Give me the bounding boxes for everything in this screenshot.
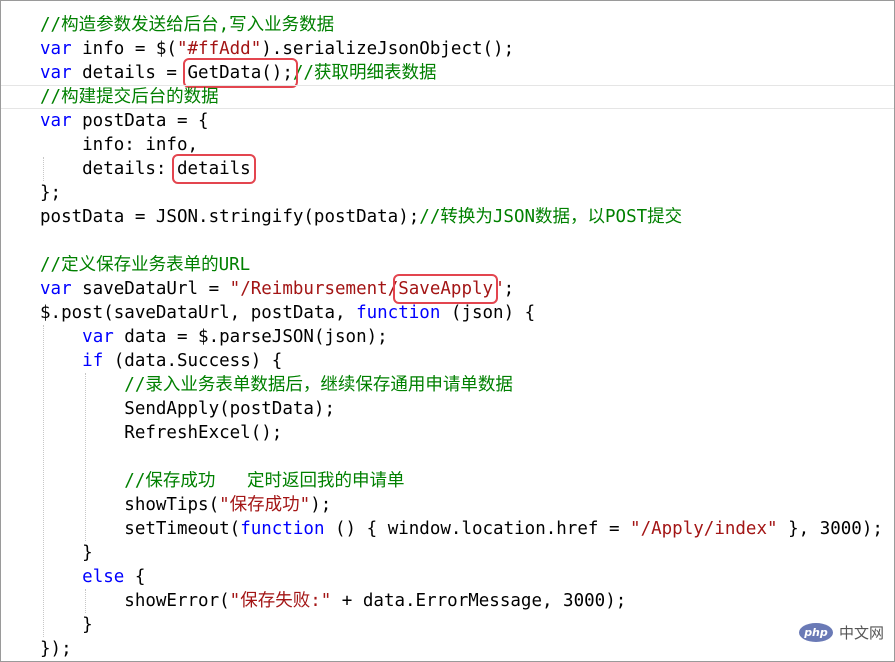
code-line: var details = GetData();//获取明细表数据	[1, 58, 894, 88]
code-comment: //保存成功 定时返回我的申请单	[124, 471, 405, 491]
code-keyword: var	[40, 39, 72, 59]
code-line: });	[1, 637, 894, 661]
code-keyword: function	[240, 519, 325, 539]
code-keyword: if	[82, 351, 104, 371]
code-text: details:	[40, 159, 177, 179]
code-text: showTips(	[40, 495, 220, 515]
code-comment: //构建提交后台的数据	[40, 87, 219, 107]
code-line: info: info,	[1, 133, 894, 157]
code-line: setTimeout(function () { window.location…	[1, 517, 894, 541]
php-logo-icon: php	[798, 623, 833, 642]
code-line: //保存成功 定时返回我的申请单	[1, 469, 894, 493]
code-text: info: info,	[40, 135, 199, 155]
php-watermark: php 中文网	[798, 622, 884, 643]
code-keyword: function	[356, 303, 441, 323]
code-line: $.post(saveDataUrl, postData, function (…	[1, 301, 894, 325]
code-line: postData = JSON.stringify(postData);//转换…	[1, 205, 894, 229]
code-text: data = $.parseJSON(json);	[113, 327, 388, 347]
code-line: var postData = {	[1, 109, 894, 133]
code-keyword: else	[82, 567, 125, 587]
code-string: "/Apply/index"	[630, 519, 778, 539]
code-keyword: var	[40, 111, 72, 131]
code-string: "#ffAdd"	[176, 39, 262, 59]
code-line: details: details	[1, 154, 894, 184]
code-comment: //定义保存业务表单的URL	[40, 255, 251, 275]
code-text: details =	[71, 63, 188, 83]
code-text: (data.Success) {	[103, 351, 283, 371]
code-text: RefreshExcel();	[40, 423, 283, 443]
code-line: if (data.Success) {	[1, 349, 894, 373]
code-line: }	[1, 541, 894, 565]
code-string: "/Reimbursement/	[229, 279, 399, 299]
code-string: "	[493, 279, 504, 299]
code-line: var info = $("#ffAdd").serializeJsonObje…	[1, 37, 894, 61]
code-comment: //转换为JSON数据，以POST提交	[419, 207, 683, 227]
code-area[interactable]: //构造参数发送给后台,写入业务数据 var info = $("#ffAdd"…	[1, 13, 894, 661]
code-line: }	[1, 613, 894, 637]
code-text: showError(	[40, 591, 230, 611]
code-text: (json) {	[440, 303, 536, 323]
code-text: ).serializeJsonObject();	[261, 39, 515, 59]
code-string: "保存失败:"	[229, 591, 332, 611]
code-line: var saveDataUrl = "/Reimbursement/SaveAp…	[1, 274, 894, 304]
code-text: saveDataUrl =	[71, 279, 230, 299]
code-text: {	[124, 567, 146, 587]
highlighted-getdata-call: GetData();	[182, 58, 298, 88]
code-text: SendApply(postData);	[40, 399, 336, 419]
code-text: }	[40, 543, 93, 563]
code-keyword: var	[82, 327, 114, 347]
code-keyword: var	[40, 63, 72, 83]
code-line: SendApply(postData);	[1, 397, 894, 421]
code-string: "保存成功"	[219, 495, 311, 515]
code-text: () { window.location.href =	[324, 519, 631, 539]
code-comment: //录入业务表单数据后，继续保存通用申请单数据	[124, 375, 513, 395]
code-text: postData = JSON.stringify(postData);	[40, 207, 420, 227]
code-text: };	[40, 183, 62, 203]
code-line: //录入业务表单数据后，继续保存通用申请单数据	[1, 373, 894, 397]
code-editor[interactable]: //构造参数发送给后台,写入业务数据 var info = $("#ffAdd"…	[0, 0, 895, 662]
code-line: };	[1, 181, 894, 205]
code-line: showError("保存失败:" + data.ErrorMessage, 3…	[1, 589, 894, 613]
code-line: RefreshExcel();	[1, 421, 894, 445]
code-line: //构造参数发送给后台,写入业务数据	[1, 13, 894, 37]
code-text: }	[40, 615, 93, 635]
code-text: );	[310, 495, 332, 515]
code-text: }, 3000);	[777, 519, 883, 539]
code-keyword: var	[40, 279, 72, 299]
code-line-current: //构建提交后台的数据	[1, 85, 894, 109]
code-line: //定义保存业务表单的URL	[1, 253, 894, 277]
code-text: postData = {	[71, 111, 209, 131]
code-line: var data = $.parseJSON(json);	[1, 325, 894, 349]
highlighted-saveapply-segment: SaveApply	[393, 274, 499, 304]
code-text: });	[40, 639, 72, 659]
code-comment: //获取明细表数据	[292, 63, 437, 83]
code-text: $.post(saveDataUrl, postData,	[40, 303, 357, 323]
code-comment: //构造参数发送给后台,写入业务数据	[40, 15, 335, 35]
highlighted-details-value: details	[171, 154, 256, 184]
code-line: else {	[1, 565, 894, 589]
code-text: ;	[503, 279, 515, 299]
code-text: info = $(	[71, 39, 177, 59]
code-line: showTips("保存成功");	[1, 493, 894, 517]
code-text: + data.ErrorMessage, 3000);	[331, 591, 627, 611]
watermark-text: 中文网	[838, 624, 884, 642]
code-text: setTimeout(	[40, 519, 241, 539]
